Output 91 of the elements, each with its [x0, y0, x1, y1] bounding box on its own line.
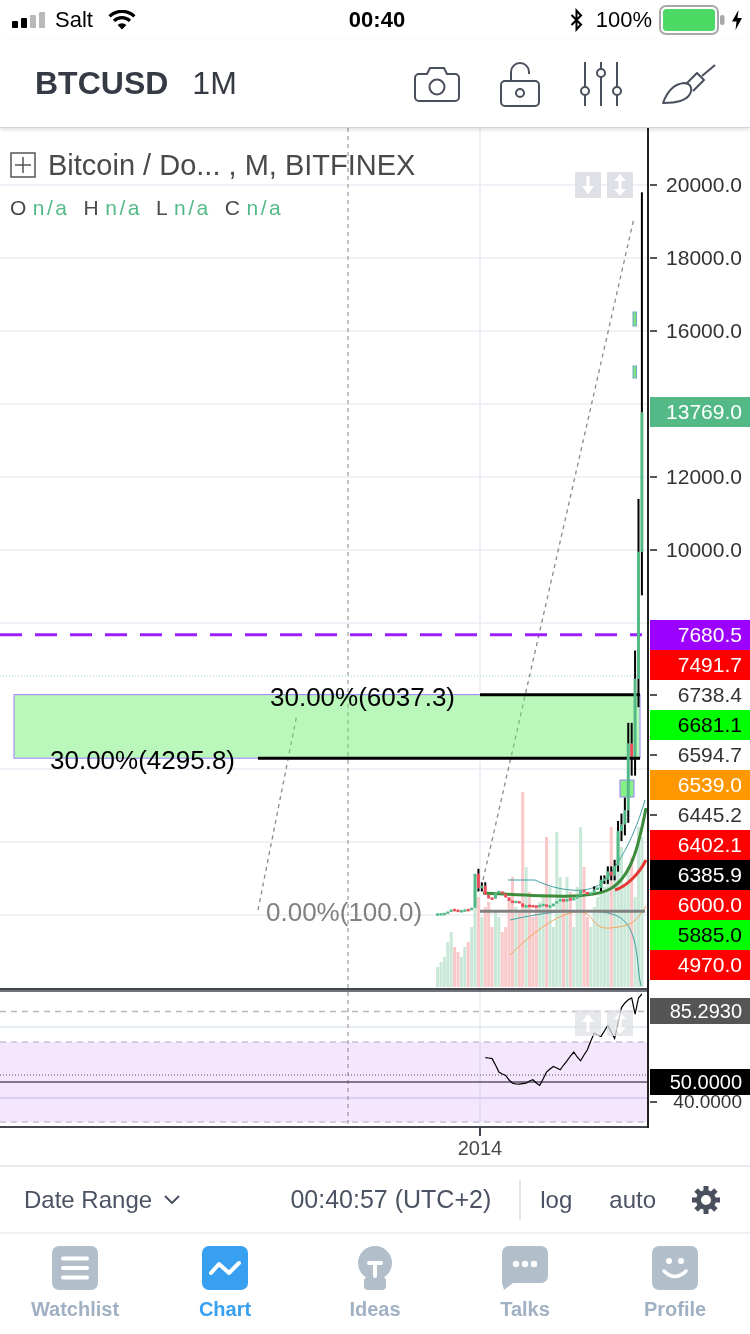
- lightbulb-icon: [355, 1246, 395, 1290]
- price-label: 10000.0: [666, 538, 743, 562]
- price-tag: 6385.9: [650, 860, 750, 890]
- ohlc-label: C: [224, 195, 243, 221]
- candlestick: [490, 897, 494, 900]
- settings-icon: [692, 1185, 720, 1214]
- price-label: 16000.0: [666, 319, 743, 343]
- time-axis-label: 2014: [457, 1136, 503, 1160]
- price-tag: 6402.1: [650, 830, 750, 860]
- ohlc-value: n/a: [246, 195, 284, 221]
- chart-title: Bitcoin / Do... , M, BITFINEX: [48, 148, 416, 182]
- symbol-button[interactable]: BTCUSD: [35, 65, 169, 102]
- settings-button[interactable]: [692, 1185, 720, 1214]
- candlestick: [436, 913, 440, 916]
- candlestick: [439, 913, 443, 916]
- candlestick: [630, 721, 634, 777]
- candlestick: [606, 865, 610, 885]
- drawing-label: 30.00%(6037.3): [270, 682, 456, 712]
- battery-icon: [659, 5, 725, 35]
- date-range-button[interactable]: Date Range: [24, 1185, 181, 1214]
- lock-button[interactable]: [500, 60, 540, 107]
- price-marker: [632, 311, 637, 327]
- camera-icon: [414, 65, 460, 102]
- candlestick: [459, 910, 463, 913]
- brush-icon: [662, 63, 716, 104]
- price-tag: 6681.1: [650, 710, 750, 740]
- up-down-arrow-icon: [614, 174, 626, 196]
- candlestick: [626, 721, 630, 824]
- price-tag: 4970.0: [650, 950, 750, 980]
- rsi-axis-label: 40.0000: [673, 1095, 743, 1109]
- speech-bubble-icon: [502, 1246, 548, 1290]
- candlestick: [548, 905, 552, 908]
- candlestick: [602, 874, 606, 886]
- snapshot-button[interactable]: [414, 65, 460, 102]
- log-scale-button[interactable]: log: [540, 1185, 573, 1214]
- up-arrow-icon: [582, 1014, 594, 1032]
- candlestick: [555, 901, 559, 904]
- price-label: 6594.7: [677, 743, 743, 767]
- ohlc-value: n/a: [32, 195, 70, 221]
- wifi-icon: [107, 10, 136, 30]
- interval-button[interactable]: 1M: [192, 65, 237, 102]
- auto-scale-button[interactable]: auto: [609, 1185, 656, 1214]
- plus-square-icon[interactable]: [10, 152, 36, 178]
- smiley-icon: [652, 1246, 698, 1290]
- ohlc-label: L: [155, 195, 171, 221]
- price-label: 12000.0: [666, 465, 743, 489]
- drawing-label: 0.00%(100.0): [266, 897, 423, 927]
- candlestick: [446, 911, 450, 914]
- line-chart-icon: [202, 1246, 248, 1290]
- price-marker: [632, 365, 637, 379]
- unlocked-padlock-icon: [500, 60, 540, 107]
- rsi-tag: 50.0000: [650, 1069, 750, 1095]
- candlestick: [599, 874, 603, 893]
- price-label: 6445.2: [677, 803, 743, 827]
- price-label: 6738.4: [677, 683, 743, 707]
- price-tag: 7680.5: [650, 620, 750, 650]
- status-time: 00:40: [348, 7, 406, 33]
- price-label: 18000.0: [666, 246, 743, 270]
- sliders-icon: [580, 60, 622, 107]
- up-down-arrow-icon: [614, 1012, 626, 1034]
- candlestick: [534, 905, 538, 908]
- carrier-name: Salt: [55, 7, 93, 33]
- bluetooth-icon: [569, 8, 583, 32]
- rsi-tag: 85.2930: [650, 998, 750, 1025]
- down-arrow-icon: [582, 176, 594, 194]
- drawing-label: 30.00%(4295.8): [50, 745, 236, 775]
- indicators-button[interactable]: [580, 60, 622, 107]
- ohlc-label: O: [10, 195, 29, 221]
- price-tag: 5885.0: [650, 920, 750, 950]
- price-tag: 7491.7: [650, 650, 750, 680]
- candlestick: [545, 904, 549, 907]
- candlestick: [476, 867, 480, 893]
- ohlc-label: H: [83, 195, 102, 221]
- ohlc-value: n/a: [105, 195, 142, 221]
- charging-bolt-icon: [732, 10, 742, 30]
- ohlc-value: n/a: [174, 195, 211, 221]
- battery-percentage: 100%: [595, 7, 652, 33]
- candlestick: [568, 898, 572, 901]
- signal-bars-icon: [12, 12, 46, 28]
- timezone-button[interactable]: 00:40:57 (UTC+2): [290, 1185, 492, 1214]
- price-tag: 6539.0: [650, 770, 750, 800]
- candlestick: [521, 903, 525, 908]
- price-tag: 6000.0: [650, 890, 750, 920]
- candlestick: [463, 909, 467, 912]
- price-label: 20000.0: [666, 173, 743, 197]
- price-tag: 13769.0: [650, 397, 750, 428]
- list-icon: [52, 1246, 98, 1290]
- candlestick: [524, 905, 528, 908]
- candlestick: [517, 901, 521, 904]
- drawing-tools-button[interactable]: [662, 63, 716, 104]
- chevron-down-icon: [164, 1195, 181, 1204]
